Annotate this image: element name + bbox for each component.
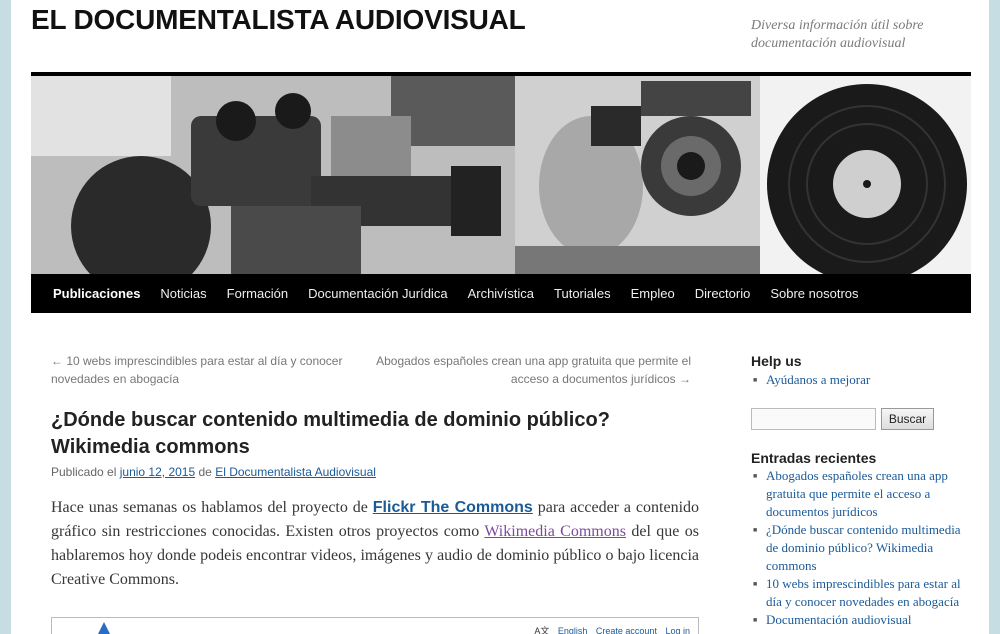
recent-post-item[interactable]: Abogados españoles crean una app gratuit… <box>751 467 961 521</box>
banner-record-photo <box>760 76 971 274</box>
recent-post-item[interactable]: ¿Dónde buscar contenido multimedia de do… <box>751 521 961 575</box>
banner-cameraman-photo <box>515 76 760 274</box>
language-icon: A文 <box>534 626 550 634</box>
nav-tutoriales[interactable]: Tutoriales <box>544 274 621 313</box>
nav-empleo[interactable]: Empleo <box>621 274 685 313</box>
nav-directorio[interactable]: Directorio <box>685 274 761 313</box>
search-button[interactable]: Buscar <box>881 408 934 430</box>
site-title[interactable]: EL DOCUMENTALISTA AUDIOVISUAL <box>31 4 526 36</box>
recent-post-item[interactable]: Documentación audiovisual <box>751 611 961 629</box>
embedded-screenshot: A文 English Create account Log in <box>51 617 699 634</box>
site-description: Diversa información útil sobre documenta… <box>751 18 924 51</box>
recent-posts-title: Entradas recientes <box>751 450 877 466</box>
main-navigation: Publicaciones Noticias Formación Documen… <box>31 274 971 313</box>
search-input[interactable] <box>751 408 876 430</box>
help-us-list: Ayúdanos a mejorar <box>751 371 961 389</box>
nav-publicaciones[interactable]: Publicaciones <box>43 274 150 313</box>
nav-archivistica[interactable]: Archivística <box>458 274 544 313</box>
wikimedia-logo-icon <box>98 622 110 634</box>
recent-post-item[interactable]: 10 webs imprescindibles para estar al dí… <box>751 575 961 611</box>
article-title: ¿Dónde buscar contenido multimedia de do… <box>51 409 610 458</box>
previous-post-link[interactable]: ← 10 webs imprescindibles para estar al … <box>51 352 356 388</box>
embedded-link-create-account: Create account <box>595 626 657 634</box>
recent-posts-list: Abogados españoles crean una app gratuit… <box>751 467 961 629</box>
article-meta: Publicado el junio 12, 2015 de El Docume… <box>51 465 376 479</box>
help-us-title: Help us <box>751 353 802 369</box>
nav-documentacion-juridica[interactable]: Documentación Jurídica <box>298 274 457 313</box>
flickr-commons-link[interactable]: Flickr The Commons <box>373 499 533 516</box>
meta-author-link[interactable]: El Documentalista Audiovisual <box>215 465 376 479</box>
meta-prefix: Publicado el <box>51 465 117 479</box>
wikimedia-commons-link[interactable]: Wikimedia Commons <box>484 523 626 540</box>
nav-noticias[interactable]: Noticias <box>150 274 216 313</box>
paragraph-text-a: Hace unas semanas os hablamos del proyec… <box>51 499 373 516</box>
meta-date-link[interactable]: junio 12, 2015 <box>120 465 195 479</box>
embedded-link-english: English <box>557 626 588 634</box>
help-us-item[interactable]: Ayúdanos a mejorar <box>751 371 961 389</box>
banner-camera-photo <box>31 76 515 274</box>
nav-sobre-nosotros[interactable]: Sobre nosotros <box>760 274 868 313</box>
article-paragraph: Hace unas semanas os hablamos del proyec… <box>51 496 699 592</box>
page: EL DOCUMENTALISTA AUDIOVISUAL Diversa in… <box>11 0 989 634</box>
header-banner-image <box>31 76 971 274</box>
nav-formacion[interactable]: Formación <box>217 274 298 313</box>
embedded-screenshot-links: A文 English Create account Log in <box>528 624 690 634</box>
meta-by: de <box>198 465 212 479</box>
next-post-link[interactable]: Abogados españoles crean una app gratuit… <box>371 352 691 388</box>
embedded-link-login: Log in <box>665 626 690 634</box>
